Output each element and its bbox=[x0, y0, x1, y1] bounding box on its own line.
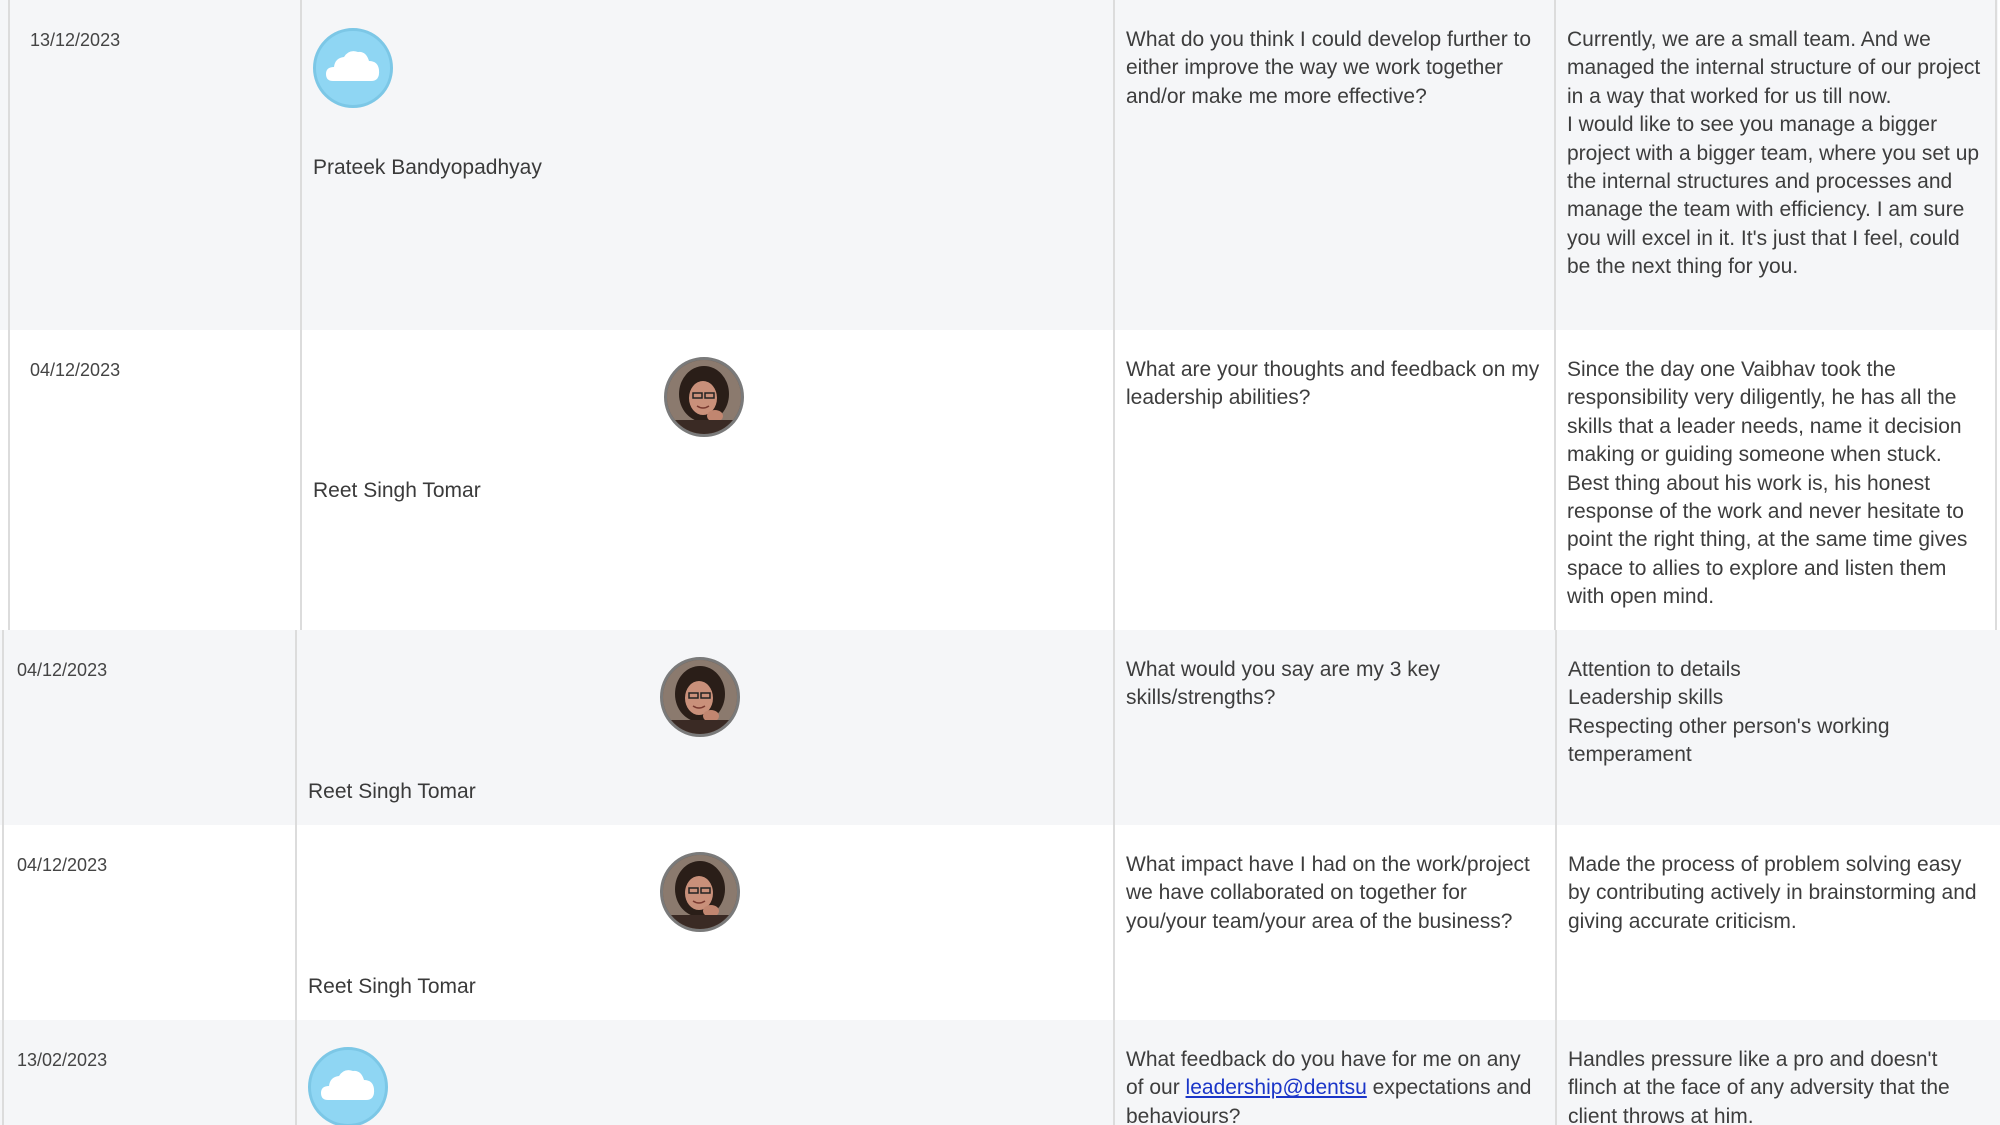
question-text: What feedback do you have for me on any … bbox=[1126, 1046, 1543, 1125]
author-cell: Reet Singh Tomar bbox=[295, 630, 1115, 825]
author-name: Reet Singh Tomar bbox=[313, 479, 481, 502]
table-row: 13/02/2023 What feedback do you have for… bbox=[0, 1020, 2000, 1125]
answer-text: Made the process of problem solving easy… bbox=[1568, 853, 1977, 933]
question-text: What do you think I could develop furthe… bbox=[1126, 28, 1532, 108]
answer-text: Currently, we are a small team. And we m… bbox=[1567, 28, 1981, 279]
table-row: 04/12/2023 Reet Singh Tomar What impact … bbox=[0, 825, 2000, 1022]
date-cell: 13/12/2023 bbox=[8, 0, 302, 330]
feedback-date: 04/12/2023 bbox=[17, 660, 108, 680]
person-photo bbox=[660, 657, 740, 737]
cloud-icon bbox=[308, 1047, 388, 1125]
answer-cell: Since the day one Vaibhav took the respo… bbox=[1554, 330, 1997, 630]
table-row: 13/12/2023 Prateek Bandyopadhyay What do… bbox=[0, 0, 1998, 332]
date-cell: 04/12/2023 bbox=[2, 630, 297, 825]
author-name: Prateek Bandyopadhyay bbox=[313, 156, 542, 179]
author-cell: Reet Singh Tomar bbox=[295, 825, 1115, 1020]
table-row: 04/12/2023 Reet Singh Tomar What would y… bbox=[0, 630, 2000, 827]
question-cell: What would you say are my 3 key skills/s… bbox=[1113, 630, 1557, 825]
question-cell: What do you think I could develop furthe… bbox=[1113, 0, 1556, 330]
author-cell bbox=[295, 1020, 1115, 1125]
leadership-link[interactable]: leadership@dentsu bbox=[1186, 1076, 1367, 1099]
date-cell: 04/12/2023 bbox=[8, 330, 302, 630]
answer-cell: Handles pressure like a pro and doesn't … bbox=[1555, 1020, 2000, 1125]
author-cell: Reet Singh Tomar bbox=[300, 330, 1115, 630]
person-photo bbox=[664, 357, 744, 437]
question-cell: What impact have I had on the work/proje… bbox=[1113, 825, 1557, 1020]
answer-cell: Made the process of problem solving easy… bbox=[1555, 825, 2000, 1020]
feedback-date: 13/02/2023 bbox=[17, 1050, 108, 1070]
date-cell: 04/12/2023 bbox=[2, 825, 297, 1020]
answer-text: Attention to details Leadership skills R… bbox=[1568, 658, 1890, 767]
feedback-date: 13/12/2023 bbox=[30, 30, 121, 50]
answer-cell: Attention to details Leadership skills R… bbox=[1555, 630, 2000, 825]
author-cell: Prateek Bandyopadhyay bbox=[300, 0, 1115, 330]
date-cell: 13/02/2023 bbox=[2, 1020, 297, 1125]
table-row: 04/12/2023 Reet Singh Tomar What are you… bbox=[0, 330, 1998, 632]
author-name: Reet Singh Tomar bbox=[308, 780, 476, 803]
question-cell: What are your thoughts and feedback on m… bbox=[1113, 330, 1556, 630]
feedback-date: 04/12/2023 bbox=[17, 855, 108, 875]
question-text: What would you say are my 3 key skills/s… bbox=[1126, 658, 1440, 710]
feedback-date: 04/12/2023 bbox=[30, 360, 121, 380]
answer-text: Handles pressure like a pro and doesn't … bbox=[1568, 1048, 1950, 1125]
answer-text: Since the day one Vaibhav took the respo… bbox=[1567, 358, 1968, 609]
question-text: What are your thoughts and feedback on m… bbox=[1126, 358, 1540, 410]
feedback-table: 13/12/2023 Prateek Bandyopadhyay What do… bbox=[0, 0, 2000, 1125]
answer-cell: Currently, we are a small team. And we m… bbox=[1554, 0, 1997, 330]
author-name: Reet Singh Tomar bbox=[308, 975, 476, 998]
person-photo bbox=[660, 852, 740, 932]
question-text: What impact have I had on the work/proje… bbox=[1126, 853, 1530, 933]
cloud-icon bbox=[313, 28, 393, 108]
question-cell: What feedback do you have for me on any … bbox=[1113, 1020, 1557, 1125]
